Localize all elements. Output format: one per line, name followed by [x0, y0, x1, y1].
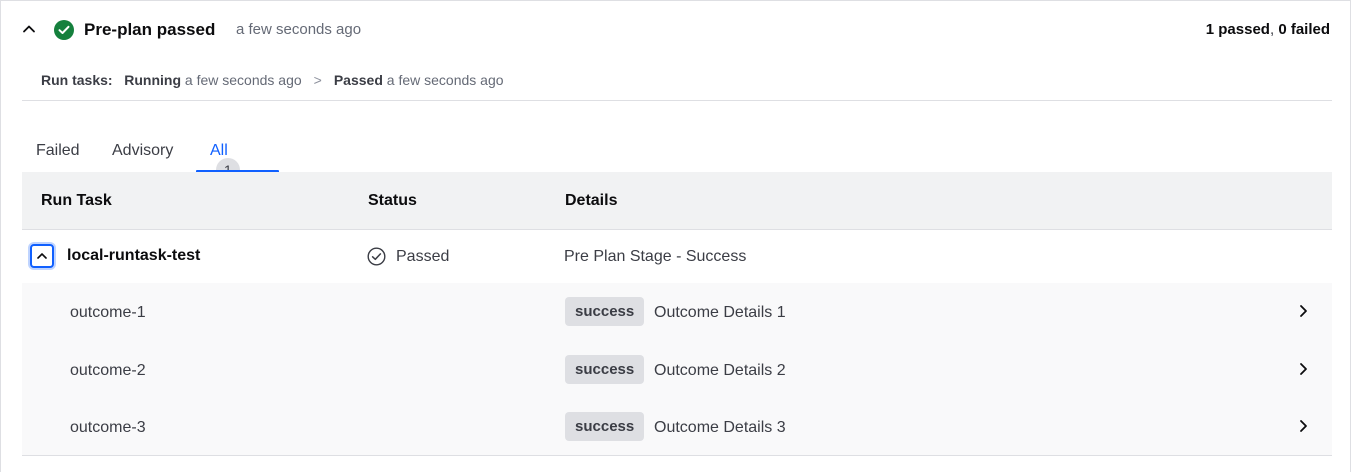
outcome-name: outcome-3 — [70, 419, 146, 436]
outcome-details: Outcome Details 1 — [654, 304, 786, 321]
outcome-name: outcome-1 — [70, 304, 146, 321]
outcome-details: Outcome Details 2 — [654, 362, 786, 379]
table-header: Run Task Status Details — [22, 172, 1332, 230]
task-status: Passed — [396, 248, 450, 265]
divider — [22, 100, 1332, 101]
status-badge: success — [565, 412, 645, 441]
chevron-right-icon[interactable] — [1296, 362, 1310, 376]
step2-status: Passed — [333, 72, 383, 88]
outcome-row[interactable]: outcome-3 success Outcome Details 3 — [22, 398, 1332, 456]
check-circle-icon — [54, 20, 74, 40]
step-separator: > — [313, 72, 322, 88]
check-circle-outline-icon — [367, 247, 386, 266]
task-name: local-runtask-test — [67, 247, 201, 264]
run-tasks-label: Run tasks: — [41, 72, 113, 88]
step1-time: a few seconds ago — [184, 72, 302, 88]
panel-header[interactable]: Pre-plan passed a few seconds ago 1 pass… — [1, 1, 1350, 59]
column-header-run-task: Run Task — [41, 192, 112, 209]
chevron-right-icon[interactable] — [1296, 304, 1310, 318]
passed-count: 1 passed — [1205, 21, 1270, 38]
result-summary: 1 passed, 0 failed — [1206, 21, 1330, 38]
tab-advisory[interactable]: Advisory — [112, 142, 173, 160]
collapse-button[interactable] — [30, 244, 54, 268]
page-title: Pre-plan passed — [84, 20, 216, 39]
table-row: local-runtask-test Passed Pre Plan Stage… — [22, 230, 1332, 283]
run-task-panel: Pre-plan passed a few seconds ago 1 pass… — [0, 0, 1351, 472]
chevron-right-icon[interactable] — [1296, 419, 1310, 433]
tab-all-label: All — [210, 142, 228, 159]
outcome-name: outcome-2 — [70, 362, 146, 379]
tab-failed[interactable]: Failed — [36, 142, 80, 160]
step2-time: a few seconds ago — [386, 72, 504, 88]
column-header-details: Details — [565, 192, 618, 209]
status-badge: success — [565, 297, 645, 326]
chevron-up-icon[interactable] — [22, 22, 36, 36]
failed-count: 0 failed — [1278, 21, 1330, 38]
table-bottom-border — [22, 455, 1332, 456]
title-timestamp: a few seconds ago — [236, 21, 362, 38]
step1-status: Running — [124, 72, 182, 88]
outcome-row[interactable]: outcome-1 success Outcome Details 1 — [22, 283, 1332, 341]
run-tasks-timeline: Run tasks: Running a few seconds ago > Pas… — [41, 72, 504, 88]
chevron-up-icon — [37, 253, 47, 259]
status-badge: success — [565, 355, 645, 384]
task-details: Pre Plan Stage - Success — [564, 248, 747, 265]
outcome-details: Outcome Details 3 — [654, 419, 786, 436]
outcome-row[interactable]: outcome-2 success Outcome Details 2 — [22, 341, 1332, 399]
column-header-status: Status — [368, 192, 417, 209]
